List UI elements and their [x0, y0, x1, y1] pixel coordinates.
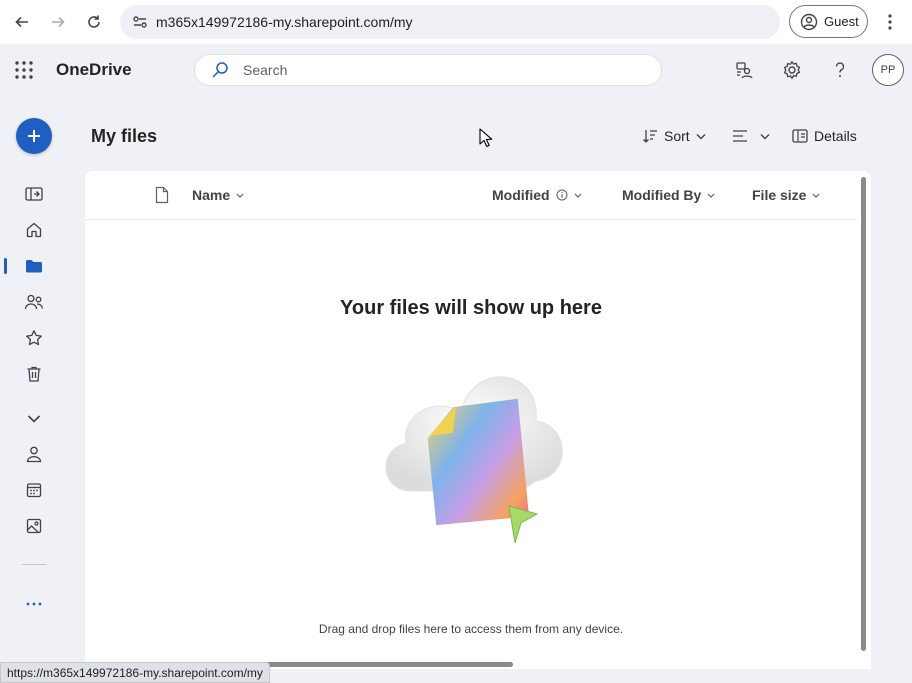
photo-icon	[26, 518, 42, 534]
horizontal-scrollbar[interactable]	[254, 662, 513, 667]
reload-button[interactable]	[80, 8, 108, 36]
sort-button[interactable]: Sort	[642, 124, 706, 148]
page-title: My files	[91, 126, 158, 146]
nav-recycle-bin[interactable]	[22, 362, 46, 386]
info-icon[interactable]	[556, 189, 568, 201]
link-status-bubble: https://m365x149972186-my.sharepoint.com…	[0, 662, 270, 683]
search-placeholder: Search	[243, 62, 288, 78]
nav-shared[interactable]	[22, 290, 46, 314]
calendar-icon	[26, 483, 42, 498]
more-icon	[26, 602, 42, 606]
nav-meetings[interactable]	[22, 478, 46, 502]
onedrive-app: OneDrive Search PP My files Sort Details…	[0, 44, 912, 683]
nav-expand-more[interactable]	[22, 407, 46, 431]
column-modified-by[interactable]: Modified By	[622, 187, 715, 203]
empty-state-title: Your files will show up here	[340, 297, 602, 319]
profile-label: Guest	[824, 14, 859, 29]
files-list: Name Modified Modified By File size Your…	[85, 171, 871, 669]
app-name[interactable]: OneDrive	[56, 60, 132, 80]
nav-home[interactable]	[22, 218, 46, 242]
vertical-scrollbar[interactable]	[861, 177, 866, 651]
create-button[interactable]	[16, 118, 52, 154]
search-icon	[211, 60, 231, 80]
folder-icon	[26, 260, 42, 273]
browser-menu-button[interactable]	[880, 8, 900, 36]
address-bar[interactable]: m365x149972186-my.sharepoint.com/my	[120, 5, 780, 39]
nav-more[interactable]	[22, 592, 46, 616]
reload-icon	[88, 15, 100, 28]
column-modified[interactable]: Modified	[492, 187, 582, 203]
people-icon	[24, 294, 44, 310]
chevron-down-icon	[236, 193, 244, 198]
plus-icon	[28, 130, 40, 142]
account-avatar[interactable]: PP	[872, 54, 904, 86]
site-settings-icon[interactable]	[130, 12, 150, 32]
empty-folder-illustration	[385, 376, 563, 544]
browser-toolbar: m365x149972186-my.sharepoint.com/my Gues…	[0, 0, 912, 44]
column-name-label: Name	[192, 187, 231, 203]
star-icon	[26, 330, 42, 346]
details-button[interactable]: Details	[792, 124, 857, 148]
chevron-down-icon	[707, 193, 715, 198]
column-file-size-label: File size	[752, 187, 807, 203]
active-nav-indicator	[4, 258, 7, 274]
home-icon	[26, 222, 42, 238]
details-label: Details	[814, 128, 857, 144]
rail-divider	[22, 564, 46, 565]
view-options-button[interactable]	[732, 124, 770, 148]
search-input[interactable]: Search	[194, 54, 662, 86]
nav-photos[interactable]	[22, 514, 46, 538]
expand-pane-icon	[25, 187, 43, 201]
sort-label: Sort	[664, 128, 690, 144]
forward-arrow-icon	[52, 16, 65, 28]
person-icon	[26, 446, 42, 463]
waffle-icon	[15, 61, 33, 79]
gear-icon	[783, 60, 801, 80]
file-type-icon[interactable]	[155, 186, 169, 209]
expand-pane-button[interactable]	[22, 182, 46, 206]
mouse-cursor-icon	[479, 128, 493, 153]
sort-icon	[643, 130, 657, 143]
column-name[interactable]: Name	[192, 187, 244, 203]
trash-icon	[27, 366, 41, 382]
url-text: m365x149972186-my.sharepoint.com/my	[156, 14, 413, 30]
nav-people[interactable]	[22, 442, 46, 466]
profile-button[interactable]: Guest	[789, 5, 868, 38]
app-launcher-button[interactable]	[14, 60, 34, 80]
nav-favorites[interactable]	[22, 326, 46, 350]
empty-state-subtitle: Drag and drop files here to access them …	[318, 622, 624, 636]
chevron-down-icon	[696, 133, 706, 139]
settings-button[interactable]	[780, 58, 804, 82]
column-header-row: Name Modified Modified By File size	[85, 171, 857, 220]
back-arrow-icon	[15, 16, 28, 28]
help-button[interactable]	[828, 58, 852, 82]
column-modified-label: Modified	[492, 187, 550, 203]
chevron-down-icon	[813, 193, 820, 198]
list-view-icon	[733, 130, 747, 142]
chevron-down-icon	[760, 133, 770, 139]
column-modified-by-label: Modified By	[622, 187, 702, 203]
chevron-down-icon	[574, 193, 581, 198]
chevron-down-icon	[27, 415, 41, 423]
premium-button[interactable]	[732, 58, 756, 82]
diamond-people-icon	[736, 62, 753, 79]
profile-icon	[800, 13, 818, 30]
details-pane-icon	[792, 129, 808, 143]
app-header: OneDrive Search PP	[0, 44, 912, 96]
more-vertical-icon	[888, 14, 892, 30]
back-button[interactable]	[8, 8, 36, 36]
help-icon	[835, 62, 845, 77]
forward-button[interactable]	[44, 8, 72, 36]
nav-my-files[interactable]	[22, 254, 46, 278]
column-file-size[interactable]: File size	[752, 187, 820, 203]
